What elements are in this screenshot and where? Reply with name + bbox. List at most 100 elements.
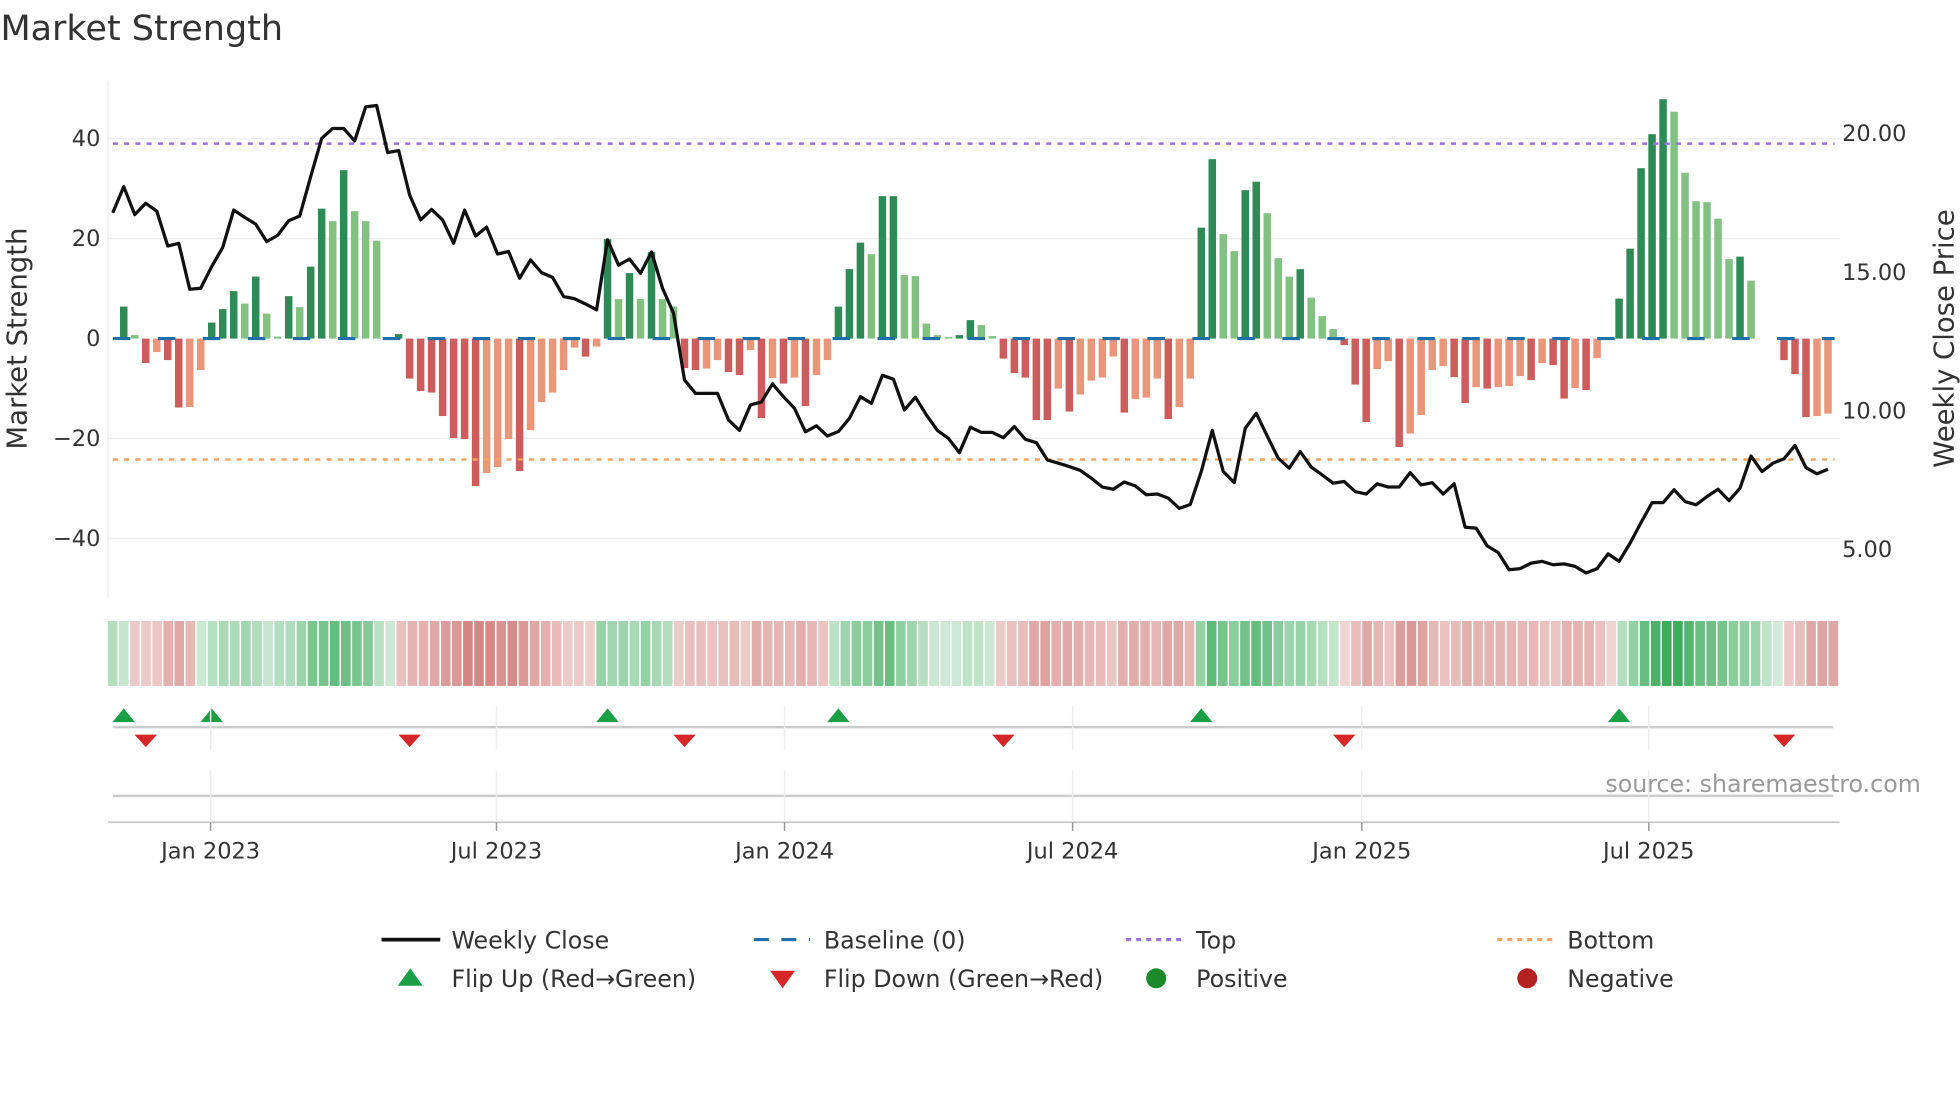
positive-bar [1714,218,1722,339]
positive-bar [328,221,337,339]
legend-label: Flip Down (Green→Red) [824,965,1103,993]
heat-cell [396,620,407,686]
y2-tick-label: 15.00 [1842,260,1906,286]
heat-cell [1495,620,1506,686]
positive-bar [1230,251,1239,339]
heat-cell [540,620,551,686]
heat-cell [1395,620,1406,686]
positive-bar [955,335,964,339]
negative-bar [515,338,524,472]
y2-tick-label: 10.00 [1842,399,1906,425]
negative-bar [1065,338,1074,412]
heat-cell [307,620,318,686]
heat-cell [152,620,162,686]
flip-up-marker [200,708,223,723]
heat-cell [296,620,307,686]
negative-bar [405,338,414,379]
reference-lines [112,142,1835,461]
heat-cell [452,620,462,686]
negative-bar [735,338,744,376]
negative-bar [1494,338,1502,388]
negative-bar [1362,338,1370,423]
negative-bar [1802,338,1810,418]
heat-cell [1761,620,1772,686]
heat-cell [1617,620,1628,686]
flip-up-marker [1607,708,1631,723]
heat-cell [1273,620,1284,686]
heat-cell [341,620,351,686]
legend-label: Positive [1196,965,1287,993]
heat-cell [163,620,174,686]
heat-cell [1051,620,1062,686]
positive-bar [988,336,997,339]
negative-bar [1791,338,1799,375]
heat-cell [130,620,140,686]
heat-cell [1417,620,1428,686]
negative-bar [581,338,590,357]
negative-bar [174,338,183,408]
legend-item: Flip Up (Red→Green) [397,965,696,993]
positive-bar [922,323,931,339]
positive-bar [889,196,898,339]
heat-cell [1628,620,1639,686]
x-tick-label: Jan 2023 [159,838,260,864]
positive-bar [1637,168,1645,339]
heat-cell [873,620,884,686]
flip-down-marker [1332,734,1356,748]
legend-item: Baseline (0) [753,926,966,954]
y2-tick-label: 20.00 [1842,121,1906,147]
negative-bar [812,338,821,376]
heat-cell [585,620,595,686]
heat-cell [1406,620,1417,686]
heat-cell [1007,620,1017,686]
heat-cell [884,620,895,686]
negative-bar [1527,338,1535,381]
negative-bar [460,338,469,440]
heat-cell [1462,620,1472,686]
negative-bar [1373,338,1381,370]
heat-cell [984,620,995,686]
heat-cell [1018,620,1028,686]
heat-cell [518,620,529,686]
positive-bar [614,299,623,339]
legend-item: Negative [1517,965,1674,993]
heat-cell [1140,620,1150,686]
heat-cell [1373,620,1383,686]
legend-item: Weekly Close [381,926,609,954]
positive-bar [262,313,271,339]
positive-bar [1725,259,1733,339]
heat-cell [1195,620,1206,686]
heat-cell [851,620,862,686]
negative-bar [592,338,601,347]
positive-bar [1615,298,1623,339]
heat-cell [1717,620,1728,686]
heat-cell [1706,620,1717,686]
heat-cell [1517,620,1528,686]
negative-bar [449,338,458,439]
negative-bar [1142,338,1151,398]
heat-cell [1795,620,1805,686]
positive-bar [1681,172,1689,339]
negative-bar [1483,338,1491,389]
heat-cell [1828,620,1839,686]
y-tick-label: −40 [53,526,100,552]
negative-bar [196,338,205,371]
heat-cell [1806,620,1816,686]
negative-bar [416,338,425,392]
x-tick-label: Jan 2025 [1310,838,1411,864]
heat-cell [474,620,484,686]
heat-cell [407,620,418,686]
negative-bar [768,338,777,379]
heat-cell [840,620,851,686]
circle-icon [1517,968,1538,989]
positive-bar [1208,159,1217,339]
heat-cell [1639,620,1650,686]
negative-bar [790,338,799,378]
negative-bar [185,338,194,408]
heat-cell [185,620,196,686]
heat-cell [951,620,962,686]
positive-bar [1692,201,1700,339]
negative-bar [1186,338,1195,379]
positive-bar [966,320,975,339]
legend-item: Positive [1146,965,1288,993]
